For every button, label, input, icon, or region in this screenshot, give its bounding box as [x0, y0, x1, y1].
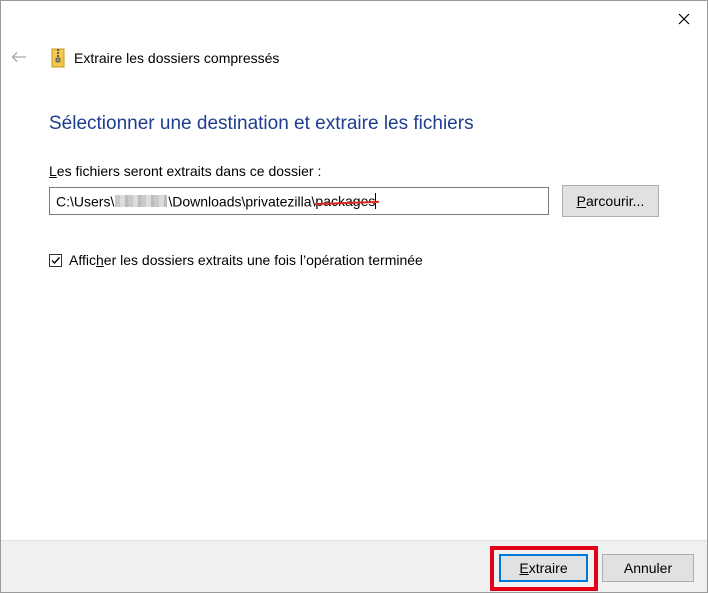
checkbox-label-accesskey: h	[95, 252, 104, 268]
blurred-username	[115, 195, 168, 208]
window-title: Extraire les dossiers compressés	[74, 50, 280, 66]
title-bar: Extraire les dossiers compressés	[1, 41, 707, 75]
browse-button[interactable]: Parcourir...	[562, 185, 659, 217]
show-extracted-option[interactable]: Afficher les dossiers extraits une fois …	[49, 251, 423, 269]
checkbox-label-start: Affic	[69, 252, 96, 268]
struck-folder-name: packages	[315, 193, 376, 210]
back-arrow-icon	[11, 52, 26, 62]
checkmark-icon	[51, 256, 61, 264]
extract-button[interactable]: Extraire	[499, 554, 588, 582]
path-suffix: \Downloads\privatezilla\	[168, 193, 316, 210]
extract-label: xtraire	[528, 560, 568, 576]
dialog-footer: Extraire Annuler	[1, 540, 707, 592]
show-extracted-label: Afficher les dossiers extraits une fois …	[69, 252, 423, 268]
destination-label-text: es fichiers seront extraits dans ce doss…	[56, 163, 322, 179]
close-button[interactable]	[661, 1, 707, 37]
cancel-button[interactable]: Annuler	[602, 554, 694, 582]
show-extracted-checkbox[interactable]	[49, 253, 62, 267]
browse-accesskey: P	[576, 193, 586, 209]
browse-label: arcourir...	[585, 193, 645, 209]
extract-accesskey: E	[519, 560, 529, 576]
path-prefix: C:\Users\	[56, 193, 115, 210]
destination-label: Les fichiers seront extraits dans ce dos…	[49, 163, 321, 179]
zip-folder-icon	[51, 48, 65, 68]
checkbox-label-end: er les dossiers extraits une fois l’opér…	[103, 252, 423, 268]
destination-path-input[interactable]: C:\Users\ \Downloads\privatezilla\package…	[49, 187, 549, 215]
page-heading: Sélectionner une destination et extraire…	[49, 113, 474, 134]
extract-dialog: Extraire les dossiers compressés Sélecti…	[0, 0, 708, 593]
close-icon	[678, 13, 690, 25]
back-button[interactable]	[9, 48, 29, 66]
destination-label-accesskey: L	[49, 163, 57, 179]
